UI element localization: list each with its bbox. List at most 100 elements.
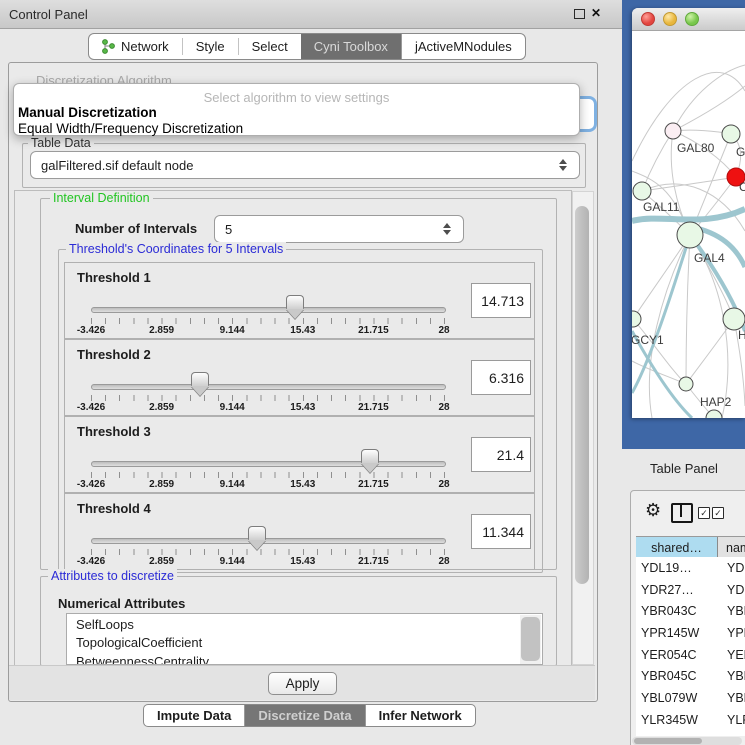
table-row[interactable]: YDL19… YDL194W — [636, 557, 745, 579]
tab-discretize-data[interactable]: Discretize Data — [244, 705, 364, 726]
table-row[interactable]: YBL079W YBL079W — [636, 687, 745, 709]
tick-label: 28 — [438, 556, 449, 567]
slider-tick-labels: -3.426 2.859 9.144 15.43 21.715 28 — [91, 556, 444, 567]
tick-label: 15.43 — [290, 325, 315, 336]
dropdown-option-equal-width-frequency[interactable]: Equal Width/Frequency Discretization — [18, 121, 243, 136]
checkbox-icon[interactable]: ✓ — [698, 507, 710, 519]
node-gal4[interactable] — [677, 222, 703, 248]
table-data-combobox[interactable]: galFiltered.sif default node — [30, 151, 580, 179]
tab-network[interactable]: Network — [89, 34, 182, 59]
table-row[interactable]: YER054C YER054C — [636, 644, 745, 666]
algorithm-dropdown-popup: Select algorithm to view settings Manual… — [13, 83, 580, 136]
tab-cyni-toolbox[interactable]: Cyni Toolbox — [301, 34, 401, 59]
slider-ticks — [91, 318, 445, 324]
slider-track[interactable] — [91, 461, 446, 467]
column-header-name[interactable]: name — [718, 537, 745, 558]
list-item[interactable]: SelfLoops — [67, 614, 542, 633]
dropdown-hint-item: Select algorithm to view settings — [14, 90, 579, 105]
split-panel-icon[interactable] — [671, 503, 693, 523]
interval-definition-title: Interval Definition — [50, 191, 153, 205]
tab-select-label: Select — [252, 39, 288, 54]
cell-shared-name: YDL19… — [636, 561, 722, 575]
threshold-4-label: Threshold 4 — [77, 501, 151, 516]
slider-thumb[interactable] — [191, 372, 209, 396]
column-header-shared-name[interactable]: shared… — [636, 537, 718, 558]
threshold-4-value-field[interactable]: 11.344 — [471, 514, 531, 549]
slider-thumb[interactable] — [286, 295, 304, 319]
cell-shared-name: YLR345W — [636, 713, 722, 727]
table-row[interactable]: YBR045C YBR045C — [636, 665, 745, 687]
node-top-right[interactable] — [722, 125, 740, 143]
table-row[interactable]: YIL052C YIL052C — [636, 731, 745, 737]
minimize-traffic-light[interactable] — [663, 12, 677, 26]
cell-name: YPR145W — [722, 626, 745, 640]
tab-select[interactable]: Select — [239, 34, 301, 59]
close-icon[interactable]: ✕ — [591, 6, 601, 20]
threshold-3-row: Threshold 3 -3.426 2.859 9.144 15.43 21.… — [64, 416, 535, 493]
gear-icon[interactable]: ⚙ — [645, 501, 661, 519]
network-window-titlebar[interactable] — [632, 8, 745, 31]
horizontal-scrollbar-thumb[interactable] — [634, 738, 702, 744]
slider-track[interactable] — [91, 384, 446, 390]
tick-label: -3.426 — [77, 479, 105, 490]
tick-label: 2.859 — [149, 325, 174, 336]
float-window-icon[interactable] — [574, 9, 585, 19]
close-traffic-light[interactable] — [641, 12, 655, 26]
cell-shared-name: YDR27… — [636, 583, 722, 597]
table-row[interactable]: YDR27… YDR277C — [636, 579, 745, 601]
slider-ticks — [91, 549, 445, 555]
slider-thumb[interactable] — [248, 526, 266, 550]
vertical-scrollbar-thumb[interactable] — [575, 206, 589, 584]
network-canvas[interactable]: GAL80 GA C GAL11 GAL4 GCY1 HA HAP2 — [632, 31, 745, 418]
node-gal11[interactable] — [633, 182, 651, 200]
checkbox-icon[interactable]: ✓ — [712, 507, 724, 519]
list-scrollbar-thumb[interactable] — [521, 617, 540, 661]
dropdown-option-manual-discretization[interactable]: Manual Discretization — [18, 105, 157, 120]
thresholds-group-title: Threshold's Coordinates for 5 Intervals — [66, 242, 286, 256]
tick-label: 2.859 — [149, 402, 174, 413]
spinner-arrows-icon — [440, 223, 454, 235]
tick-label: 21.715 — [358, 556, 389, 567]
threshold-3-value-field[interactable]: 21.4 — [471, 437, 531, 472]
table-data-group-title: Table Data — [28, 136, 94, 150]
vertical-scrollbar[interactable] — [572, 191, 594, 665]
tab-jactivemnodules[interactable]: jActiveMNodules — [401, 34, 525, 59]
tick-label: 15.43 — [290, 556, 315, 567]
table-data-selected-value: galFiltered.sif default node — [31, 158, 556, 173]
tab-impute-data[interactable]: Impute Data — [144, 705, 244, 726]
tick-label: -3.426 — [77, 325, 105, 336]
node-gcy1[interactable] — [632, 311, 641, 327]
table-row[interactable]: YPR145W YPR145W — [636, 622, 745, 644]
node-right-h[interactable] — [723, 308, 745, 330]
number-of-intervals-spinner[interactable]: 5 — [214, 215, 464, 243]
tick-label: 28 — [438, 479, 449, 490]
slider-track[interactable] — [91, 307, 446, 313]
zoom-traffic-light[interactable] — [685, 12, 699, 26]
tab-style[interactable]: Style — [183, 34, 238, 59]
node-hap2[interactable] — [679, 377, 693, 391]
threshold-1-value-field[interactable]: 14.713 — [471, 283, 531, 318]
tab-style-label: Style — [196, 39, 225, 54]
cell-name: YIL052C — [722, 734, 745, 736]
tick-label: 28 — [438, 402, 449, 413]
tick-label: 2.859 — [149, 479, 174, 490]
node-label-cut-h: HA — [738, 328, 745, 342]
node-gal80[interactable] — [665, 123, 681, 139]
slider-track[interactable] — [91, 538, 446, 544]
list-scrollbar[interactable] — [520, 615, 541, 665]
table-row[interactable]: YLR345W YLR345W — [636, 709, 745, 731]
numerical-attributes-list[interactable]: SelfLoops TopologicalCoefficient Between… — [66, 613, 543, 665]
threshold-2-value-field[interactable]: 6.316 — [471, 360, 531, 395]
threshold-1-label: Threshold 1 — [77, 270, 151, 285]
table-row[interactable]: YBR043C YBR043C — [636, 600, 745, 622]
bottom-tab-bar: Impute Data Discretize Data Infer Networ… — [143, 704, 476, 727]
cell-name: YDL194W — [722, 561, 745, 575]
threshold-1-row: Threshold 1 -3.426 2.859 9.144 15.43 21.… — [64, 262, 535, 339]
list-item[interactable]: BetweennessCentrality — [67, 651, 542, 665]
slider-thumb[interactable] — [361, 449, 379, 473]
list-item[interactable]: TopologicalCoefficient — [67, 633, 542, 652]
cell-shared-name: YER054C — [636, 648, 722, 662]
apply-button[interactable]: Apply — [268, 672, 337, 695]
tab-infer-network[interactable]: Infer Network — [365, 705, 475, 726]
horizontal-scrollbar[interactable] — [632, 737, 742, 745]
